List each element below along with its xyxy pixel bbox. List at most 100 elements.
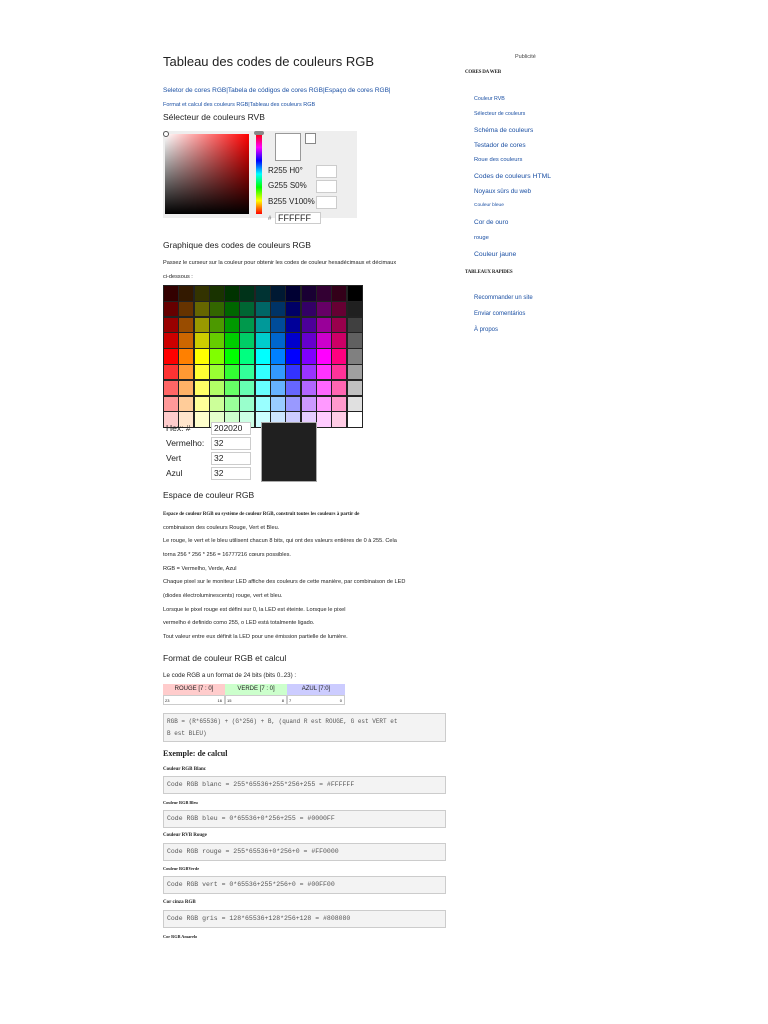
palette-swatch[interactable] xyxy=(193,395,210,413)
palette-swatch[interactable] xyxy=(208,379,225,397)
palette-swatch[interactable] xyxy=(346,379,363,397)
palette-swatch[interactable] xyxy=(208,364,225,381)
palette-swatch[interactable] xyxy=(270,332,287,349)
palette-swatch[interactable] xyxy=(300,332,317,349)
palette-swatch[interactable] xyxy=(300,285,317,302)
palette-swatch[interactable] xyxy=(331,285,348,302)
palette-swatch[interactable] xyxy=(193,332,210,349)
picker-input-1[interactable] xyxy=(316,165,337,178)
palette-swatch[interactable] xyxy=(178,316,195,334)
palette-swatch[interactable] xyxy=(224,379,241,397)
palette-swatch[interactable] xyxy=(224,300,241,318)
sidebar-link[interactable]: Noyaux sûrs du web xyxy=(474,188,531,195)
sidebar-link[interactable]: Enviar comentários xyxy=(474,311,525,317)
hex-field[interactable]: 202020 xyxy=(211,422,251,435)
palette-swatch[interactable] xyxy=(178,379,195,397)
palette-swatch[interactable] xyxy=(270,379,287,397)
palette-swatch[interactable] xyxy=(346,332,363,349)
palette-swatch[interactable] xyxy=(254,364,271,381)
palette-swatch[interactable] xyxy=(270,348,287,365)
hue-slider[interactable] xyxy=(256,134,262,214)
palette-swatch[interactable] xyxy=(300,379,317,397)
sidebar-link[interactable]: Schéma de couleurs xyxy=(474,127,533,134)
palette-swatch[interactable] xyxy=(315,395,332,413)
palette-swatch[interactable] xyxy=(285,395,302,413)
palette-swatch[interactable] xyxy=(239,316,256,334)
palette-swatch[interactable] xyxy=(331,348,348,365)
palette-swatch[interactable] xyxy=(163,364,179,381)
palette-swatch[interactable] xyxy=(346,364,363,381)
palette-swatch[interactable] xyxy=(239,364,256,381)
palette-swatch[interactable] xyxy=(254,379,271,397)
palette-swatch[interactable] xyxy=(285,285,302,302)
palette-swatch[interactable] xyxy=(270,285,287,302)
palette-swatch[interactable] xyxy=(285,348,302,365)
palette-swatch[interactable] xyxy=(163,285,179,302)
palette-swatch[interactable] xyxy=(346,411,363,428)
nav-links-line2[interactable]: Format et calcul des couleurs RGB|Tablea… xyxy=(163,102,315,108)
palette-swatch[interactable] xyxy=(239,379,256,397)
palette-swatch[interactable] xyxy=(270,364,287,381)
palette-swatch[interactable] xyxy=(163,332,179,349)
blue-field[interactable]: 32 xyxy=(211,467,251,480)
palette-swatch[interactable] xyxy=(224,285,241,302)
palette-swatch[interactable] xyxy=(254,300,271,318)
palette-swatch[interactable] xyxy=(178,332,195,349)
palette-swatch[interactable] xyxy=(239,300,256,318)
palette-swatch[interactable] xyxy=(285,364,302,381)
palette-swatch[interactable] xyxy=(300,395,317,413)
palette-swatch[interactable] xyxy=(346,300,363,318)
palette-swatch[interactable] xyxy=(224,332,241,349)
palette-swatch[interactable] xyxy=(270,316,287,334)
palette-swatch[interactable] xyxy=(208,285,225,302)
palette-swatch[interactable] xyxy=(208,395,225,413)
palette-swatch[interactable] xyxy=(285,316,302,334)
palette-swatch[interactable] xyxy=(254,332,271,349)
palette-swatch[interactable] xyxy=(315,316,332,334)
palette-swatch[interactable] xyxy=(300,316,317,334)
palette-swatch[interactable] xyxy=(163,316,179,334)
previous-color-swatch[interactable] xyxy=(305,133,316,144)
color-picker[interactable]: R255 H0° G255 S0% B255 V100% # FFFFFF xyxy=(163,131,357,224)
palette-swatch[interactable] xyxy=(193,411,210,428)
palette-swatch[interactable] xyxy=(331,300,348,318)
palette-swatch[interactable] xyxy=(178,285,195,302)
sidebar-link[interactable]: Cor de ouro xyxy=(474,219,508,226)
palette-swatch[interactable] xyxy=(224,364,241,381)
palette-swatch[interactable] xyxy=(193,379,210,397)
color-palette[interactable] xyxy=(163,285,363,428)
palette-swatch[interactable] xyxy=(178,348,195,365)
sidebar-link[interactable]: À propos xyxy=(474,327,498,333)
palette-swatch[interactable] xyxy=(163,348,179,365)
sidebar-link[interactable]: Couleur RVB xyxy=(474,96,505,102)
palette-swatch[interactable] xyxy=(224,348,241,365)
palette-swatch[interactable] xyxy=(331,364,348,381)
palette-swatch[interactable] xyxy=(239,285,256,302)
palette-swatch[interactable] xyxy=(285,379,302,397)
red-field[interactable]: 32 xyxy=(211,437,251,450)
palette-swatch[interactable] xyxy=(254,285,271,302)
sidebar-link[interactable]: Recommander un site xyxy=(474,295,533,301)
hex-input[interactable]: FFFFFF xyxy=(275,212,321,224)
palette-swatch[interactable] xyxy=(331,395,348,413)
palette-swatch[interactable] xyxy=(178,364,195,381)
picker-input-3[interactable] xyxy=(316,196,337,209)
palette-swatch[interactable] xyxy=(193,348,210,365)
sidebar-link[interactable]: Sélecteur de couleurs xyxy=(474,111,525,117)
palette-swatch[interactable] xyxy=(254,316,271,334)
palette-swatch[interactable] xyxy=(300,348,317,365)
palette-swatch[interactable] xyxy=(315,364,332,381)
palette-swatch[interactable] xyxy=(300,364,317,381)
palette-swatch[interactable] xyxy=(224,316,241,334)
palette-swatch[interactable] xyxy=(315,379,332,397)
palette-swatch[interactable] xyxy=(315,285,332,302)
palette-swatch[interactable] xyxy=(178,395,195,413)
palette-swatch[interactable] xyxy=(331,332,348,349)
palette-swatch[interactable] xyxy=(208,300,225,318)
sidebar-link[interactable]: Codes de couleurs HTML xyxy=(474,173,551,180)
palette-swatch[interactable] xyxy=(208,348,225,365)
palette-swatch[interactable] xyxy=(208,316,225,334)
palette-swatch[interactable] xyxy=(224,395,241,413)
picker-input-2[interactable] xyxy=(316,180,337,193)
palette-swatch[interactable] xyxy=(163,395,179,413)
